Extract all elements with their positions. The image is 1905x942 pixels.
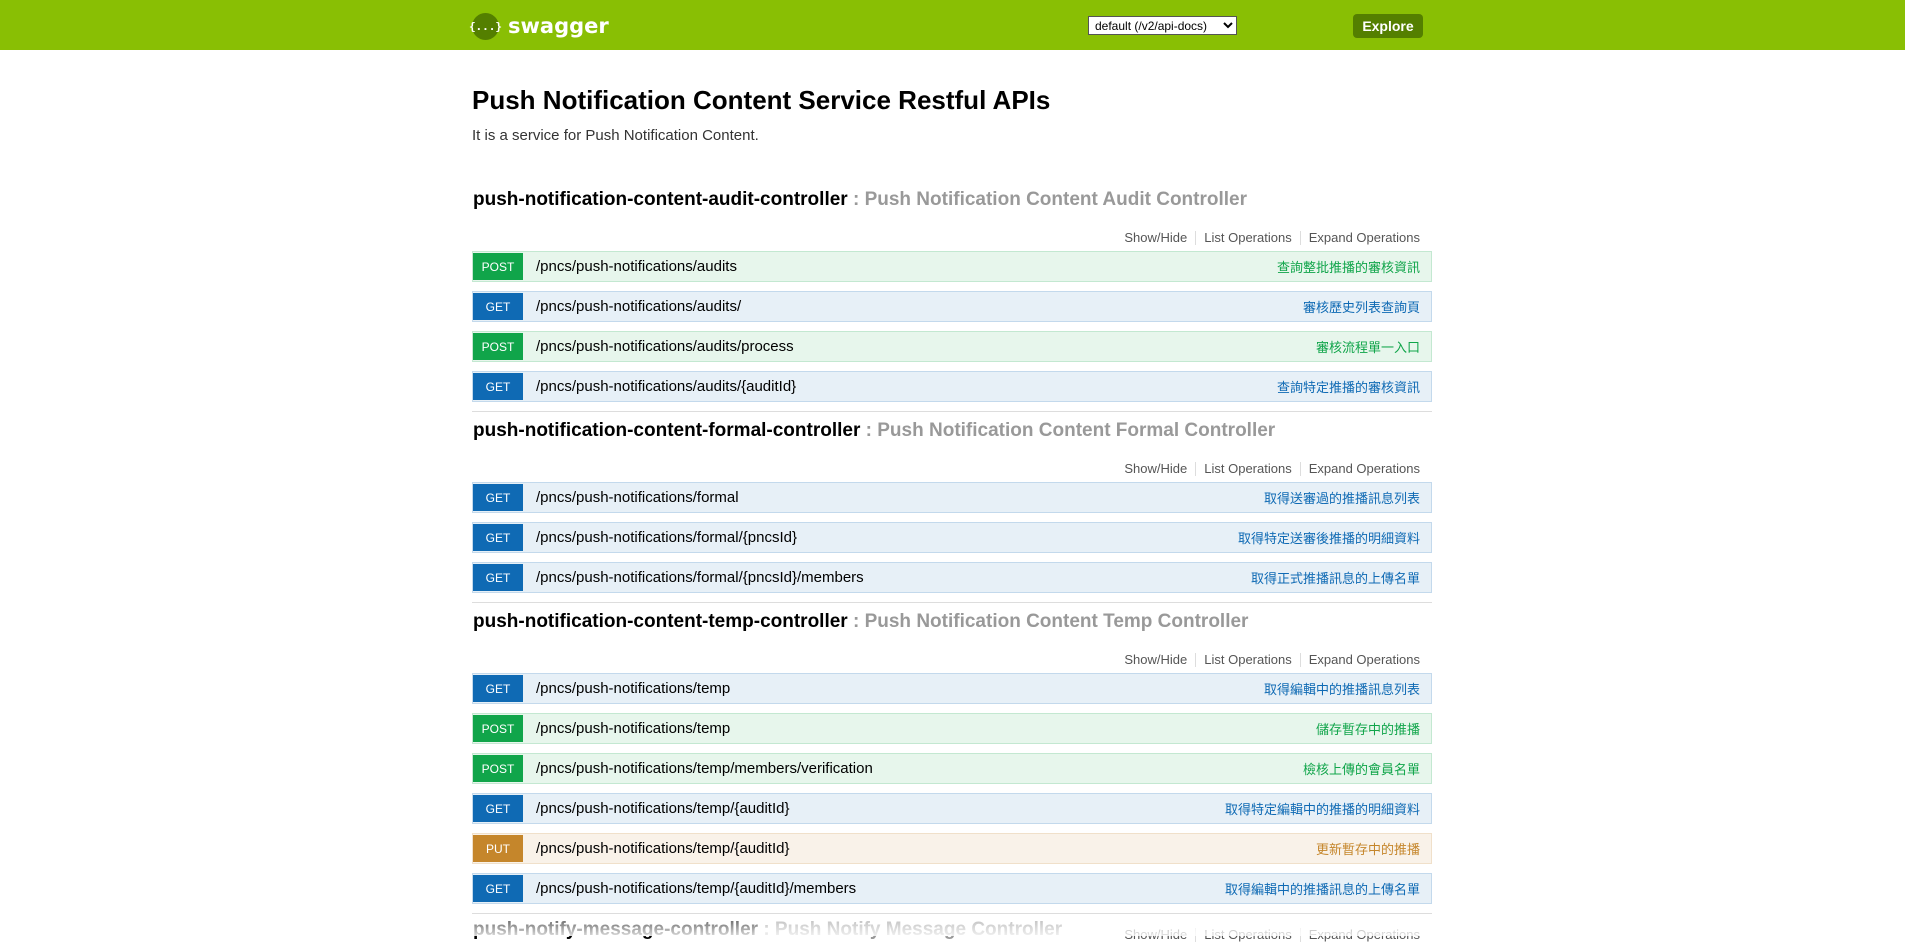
operation-summary[interactable]: 儲存暫存中的推播 — [1316, 719, 1420, 738]
swagger-logo-icon: {...} — [469, 12, 502, 40]
operation-row[interactable]: POST /pncs/push-notifications/temp 儲存暫存中… — [472, 713, 1432, 744]
operation-row[interactable]: GET /pncs/push-notifications/temp/{audit… — [472, 793, 1432, 824]
resource-name[interactable]: push-notification-content-formal-control… — [473, 420, 860, 441]
resource-name[interactable]: push-notify-message-controller — [473, 919, 758, 940]
show-hide-link[interactable]: Show/Hide — [1116, 231, 1197, 245]
resource-heading[interactable]: push-notify-message-controller : Push No… — [473, 919, 1062, 941]
operation-row[interactable]: GET /pncs/push-notifications/audits/ 審核歷… — [472, 291, 1432, 322]
operation-summary[interactable]: 查詢特定推播的審核資訊 — [1277, 377, 1420, 396]
operation-row[interactable]: GET /pncs/push-notifications/formal 取得送審… — [472, 482, 1432, 513]
operation-summary[interactable]: 取得特定編輯中的推播的明細資料 — [1225, 799, 1420, 818]
operation-row[interactable]: POST /pncs/push-notifications/temp/membe… — [472, 753, 1432, 784]
expand-operations-link[interactable]: Expand Operations — [1301, 462, 1420, 476]
operation-path[interactable]: /pncs/push-notifications/audits/{auditId… — [536, 378, 1277, 395]
show-hide-link[interactable]: Show/Hide — [1116, 653, 1197, 667]
operation-row[interactable]: PUT /pncs/push-notifications/temp/{audit… — [472, 833, 1432, 864]
operation-path[interactable]: /pncs/push-notifications/formal/{pncsId}… — [536, 569, 1251, 586]
operation-row[interactable]: POST /pncs/push-notifications/audits 查詢整… — [472, 251, 1432, 282]
top-bar: {...} swagger default (/v2/api-docs) Exp… — [0, 0, 1905, 50]
top-bar-inner: {...} swagger default (/v2/api-docs) Exp… — [469, 0, 1423, 50]
list-operations-link[interactable]: List Operations — [1196, 928, 1301, 942]
operation-path[interactable]: /pncs/push-notifications/temp/members/ve… — [536, 760, 1303, 777]
operation-path[interactable]: /pncs/push-notifications/temp/{auditId} — [536, 840, 1316, 857]
operation-path[interactable]: /pncs/push-notifications/audits — [536, 258, 1277, 275]
explore-button[interactable]: Explore — [1353, 14, 1423, 38]
operation-summary[interactable]: 取得特定送審後推播的明細資料 — [1238, 528, 1420, 547]
http-method-badge[interactable]: GET — [473, 524, 523, 551]
resource-description: : Push Notification Content Temp Control… — [852, 611, 1249, 632]
http-method-badge[interactable]: POST — [473, 333, 523, 360]
http-method-badge[interactable]: PUT — [473, 835, 523, 862]
resource-description: : Push Notify Message Controller — [763, 919, 1063, 940]
operation-summary[interactable]: 更新暫存中的推播 — [1316, 839, 1420, 858]
resource-heading[interactable]: push-notification-content-temp-controlle… — [473, 611, 1248, 633]
api-title: Push Notification Content Service Restfu… — [472, 85, 1051, 115]
list-operations-link[interactable]: List Operations — [1196, 462, 1301, 476]
operation-summary[interactable]: 審核歷史列表查詢頁 — [1303, 297, 1420, 316]
operation-path[interactable]: /pncs/push-notifications/temp/{auditId} — [536, 800, 1225, 817]
operation-summary[interactable]: 取得送審過的推播訊息列表 — [1264, 488, 1420, 507]
operation-summary[interactable]: 檢核上傳的會員名單 — [1303, 759, 1420, 778]
http-method-badge[interactable]: POST — [473, 253, 523, 280]
operation-row[interactable]: POST /pncs/push-notifications/audits/pro… — [472, 331, 1432, 362]
operation-row[interactable]: GET /pncs/push-notifications/temp/{audit… — [472, 873, 1432, 904]
http-method-badge[interactable]: GET — [473, 875, 523, 902]
expand-operations-link[interactable]: Expand Operations — [1301, 653, 1420, 667]
operation-path[interactable]: /pncs/push-notifications/temp — [536, 680, 1264, 697]
api-spec-select[interactable]: default (/v2/api-docs) — [1088, 16, 1237, 35]
list-operations-link[interactable]: List Operations — [1196, 231, 1301, 245]
http-method-badge[interactable]: GET — [473, 795, 523, 822]
resource-name[interactable]: push-notification-content-temp-controlle… — [473, 611, 848, 632]
resource-name[interactable]: push-notification-content-audit-controll… — [473, 189, 848, 210]
operation-summary[interactable]: 取得編輯中的推播訊息的上傳名單 — [1225, 879, 1420, 898]
operation-row[interactable]: GET /pncs/push-notifications/temp 取得編輯中的… — [472, 673, 1432, 704]
operation-row[interactable]: GET /pncs/push-notifications/formal/{pnc… — [472, 562, 1432, 593]
operation-path[interactable]: /pncs/push-notifications/audits/process — [536, 338, 1316, 355]
resource-links: Show/Hide List Operations Expand Operati… — [1116, 462, 1420, 476]
show-hide-link[interactable]: Show/Hide — [1116, 928, 1197, 942]
resource-description: : Push Notification Content Audit Contro… — [852, 189, 1248, 210]
http-method-badge[interactable]: GET — [473, 484, 523, 511]
resource-divider — [472, 411, 1432, 412]
resource-links: Show/Hide List Operations Expand Operati… — [1116, 928, 1420, 942]
http-method-badge[interactable]: POST — [473, 715, 523, 742]
http-method-badge[interactable]: GET — [473, 373, 523, 400]
operation-row[interactable]: GET /pncs/push-notifications/formal/{pnc… — [472, 522, 1432, 553]
operation-summary[interactable]: 審核流程單一入口 — [1316, 337, 1420, 356]
resource-heading[interactable]: push-notification-content-formal-control… — [473, 420, 1275, 442]
show-hide-link[interactable]: Show/Hide — [1116, 462, 1197, 476]
operation-summary[interactable]: 取得編輯中的推播訊息列表 — [1264, 679, 1420, 698]
operation-summary[interactable]: 取得正式推播訊息的上傳名單 — [1251, 568, 1420, 587]
expand-operations-link[interactable]: Expand Operations — [1301, 928, 1420, 942]
http-method-badge[interactable]: GET — [473, 675, 523, 702]
list-operations-link[interactable]: List Operations — [1196, 653, 1301, 667]
resource-links: Show/Hide List Operations Expand Operati… — [1116, 231, 1420, 245]
http-method-badge[interactable]: POST — [473, 755, 523, 782]
http-method-badge[interactable]: GET — [473, 564, 523, 591]
operation-path[interactable]: /pncs/push-notifications/formal — [536, 489, 1264, 506]
resource-links: Show/Hide List Operations Expand Operati… — [1116, 653, 1420, 667]
operation-path[interactable]: /pncs/push-notifications/audits/ — [536, 298, 1303, 315]
http-method-badge[interactable]: GET — [473, 293, 523, 320]
resource-description: : Push Notification Content Formal Contr… — [865, 420, 1276, 441]
operation-row[interactable]: GET /pncs/push-notifications/audits/{aud… — [472, 371, 1432, 402]
resource-heading[interactable]: push-notification-content-audit-controll… — [473, 189, 1247, 211]
operation-path[interactable]: /pncs/push-notifications/temp — [536, 720, 1316, 737]
operation-path[interactable]: /pncs/push-notifications/formal/{pncsId} — [536, 529, 1238, 546]
api-description: It is a service for Push Notification Co… — [472, 127, 759, 144]
swagger-logo-text: swagger — [508, 14, 609, 38]
operation-path[interactable]: /pncs/push-notifications/temp/{auditId}/… — [536, 880, 1225, 897]
resource-divider — [472, 913, 1432, 914]
swagger-logo[interactable]: {...} swagger — [469, 12, 609, 40]
operation-summary[interactable]: 查詢整批推播的審核資訊 — [1277, 257, 1420, 276]
expand-operations-link[interactable]: Expand Operations — [1301, 231, 1420, 245]
resource-divider — [472, 602, 1432, 603]
